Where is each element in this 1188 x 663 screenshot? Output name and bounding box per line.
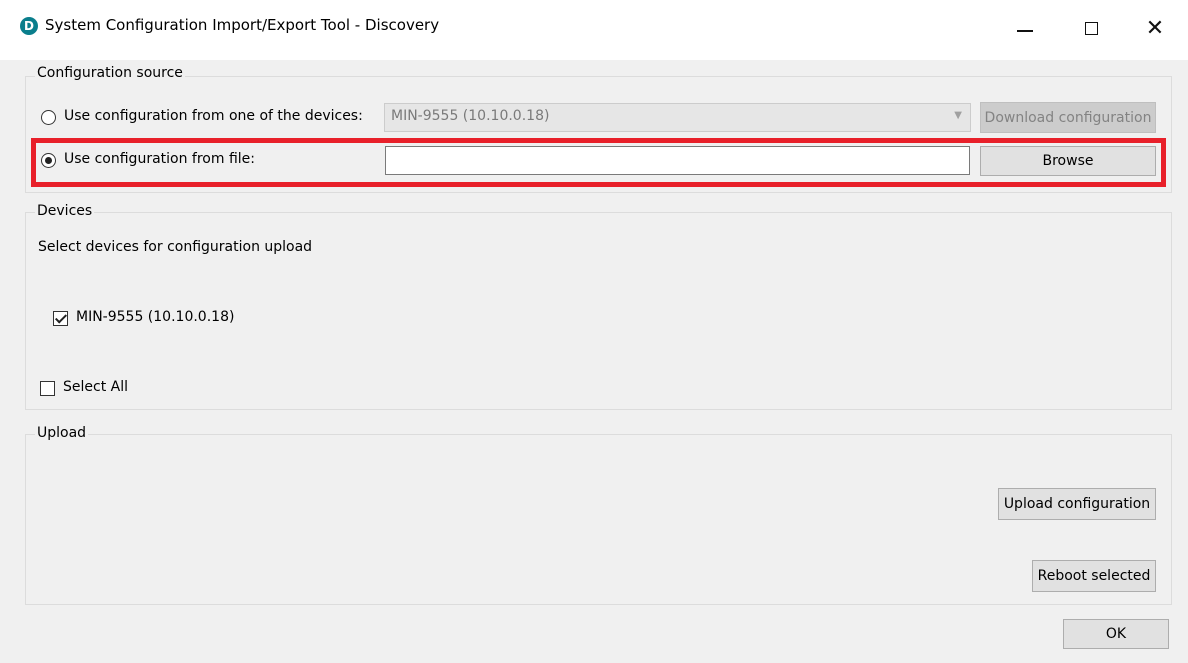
maximize-button[interactable] bbox=[1056, 0, 1126, 56]
chevron-down-icon: ▼ bbox=[954, 110, 962, 121]
devices-group-label: Devices bbox=[35, 203, 95, 219]
use-file-config-label: Use configuration from file: bbox=[64, 151, 255, 167]
window-title: System Configuration Import/Export Tool … bbox=[45, 16, 440, 34]
configuration-source-label: Configuration source bbox=[35, 65, 185, 81]
radio-use-file-config[interactable] bbox=[41, 153, 56, 168]
select-all-checkbox[interactable] bbox=[40, 381, 55, 396]
radio-use-device-config[interactable] bbox=[41, 110, 56, 125]
app-icon: D bbox=[20, 17, 38, 35]
download-configuration-button[interactable]: Download configuration bbox=[980, 102, 1156, 133]
device-select-value: MIN-9555 (10.10.0.18) bbox=[391, 108, 550, 124]
upload-group-label: Upload bbox=[35, 425, 89, 441]
device-select[interactable]: MIN-9555 (10.10.0.18) ▼ bbox=[384, 103, 971, 132]
reboot-selected-button[interactable]: Reboot selected bbox=[1032, 560, 1156, 592]
minimize-button[interactable] bbox=[990, 0, 1060, 56]
close-icon: ✕ bbox=[1145, 15, 1165, 41]
dialog-window: D System Configuration Import/Export Too… bbox=[0, 0, 1188, 663]
close-button[interactable]: ✕ bbox=[1120, 0, 1188, 56]
title-bar: D System Configuration Import/Export Too… bbox=[0, 0, 1188, 60]
use-device-config-label: Use configuration from one of the device… bbox=[64, 108, 363, 124]
file-path-input[interactable] bbox=[385, 146, 970, 175]
ok-button[interactable]: OK bbox=[1063, 619, 1169, 649]
devices-instruction: Select devices for configuration upload bbox=[38, 239, 313, 255]
device-checkbox[interactable] bbox=[53, 311, 68, 326]
minimize-icon bbox=[1017, 30, 1033, 32]
upload-configuration-button[interactable]: Upload configuration bbox=[998, 488, 1156, 520]
select-all-label[interactable]: Select All bbox=[63, 379, 128, 395]
maximize-icon bbox=[1084, 21, 1098, 35]
browse-button[interactable]: Browse bbox=[980, 146, 1156, 176]
device-checkbox-label[interactable]: MIN-9555 (10.10.0.18) bbox=[76, 309, 234, 325]
